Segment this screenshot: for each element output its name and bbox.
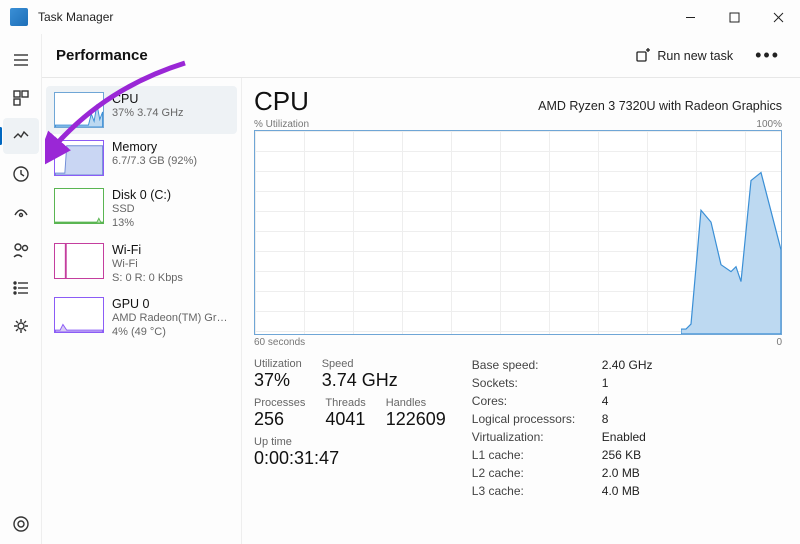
- kv-val: 1: [602, 376, 653, 390]
- kv-val: 2.0 MB: [602, 466, 653, 480]
- kv-key: Virtualization:: [472, 430, 592, 444]
- processes-label: Processes: [254, 397, 305, 409]
- tile-sub: Wi-Fi: [112, 257, 183, 271]
- kv-key: L2 cache:: [472, 466, 592, 480]
- kv-val: 4: [602, 394, 653, 408]
- tile-name: GPU 0: [112, 297, 228, 311]
- axis-top-left: % Utilization: [254, 119, 309, 130]
- axis-top-right: 100%: [756, 119, 782, 130]
- handles-label: Handles: [386, 397, 446, 409]
- users-nav[interactable]: [3, 232, 39, 268]
- wifi-tile[interactable]: Wi-Fi Wi-Fi S: 0 R: 0 Kbps: [46, 237, 237, 292]
- performance-nav[interactable]: [3, 118, 39, 154]
- run-new-task-button[interactable]: Run new task: [627, 43, 741, 69]
- menu-button[interactable]: [3, 42, 39, 78]
- startup-nav[interactable]: [3, 194, 39, 230]
- kv-val: 4.0 MB: [602, 484, 653, 498]
- page-heading: Performance: [56, 47, 148, 64]
- speed-label: Speed: [322, 358, 398, 370]
- tile-sub: 37% 3.74 GHz: [112, 106, 184, 120]
- tile-name: Wi-Fi: [112, 243, 183, 257]
- tile-sub2: 4% (49 °C): [112, 325, 228, 339]
- disk-thumb: [54, 188, 104, 224]
- kv-key: L1 cache:: [472, 448, 592, 462]
- tile-sub2: 13%: [112, 216, 171, 230]
- uptime-label: Up time: [254, 436, 339, 448]
- app-history-nav[interactable]: [3, 156, 39, 192]
- kv-val: Enabled: [602, 430, 653, 444]
- cpu-kv-list: Base speed: 2.40 GHz Sockets: 1 Cores: 4 Lo…: [472, 358, 653, 498]
- axis-bot-right: 0: [776, 337, 782, 348]
- kv-key: Cores:: [472, 394, 592, 408]
- speed-value: 3.74 GHz: [322, 370, 398, 391]
- gpu-thumb: [54, 297, 104, 333]
- kv-val: 8: [602, 412, 653, 426]
- cpu-thumb: [54, 92, 104, 128]
- handles-value: 122609: [386, 409, 446, 430]
- tile-sub: 6.7/7.3 GB (92%): [112, 154, 197, 168]
- resource-list: CPU 37% 3.74 GHz Memory 6.7/7.3 GB (92%)…: [42, 78, 242, 544]
- utilization-label: Utilization: [254, 358, 302, 370]
- cpu-model: AMD Ryzen 3 7320U with Radeon Graphics: [538, 99, 782, 113]
- memory-thumb: [54, 140, 104, 176]
- kv-val: 2.40 GHz: [602, 358, 653, 372]
- titlebar: Task Manager: [0, 0, 800, 34]
- processes-value: 256: [254, 409, 305, 430]
- kv-key: Logical processors:: [472, 412, 592, 426]
- tile-name: CPU: [112, 92, 184, 106]
- tile-name: Disk 0 (C:): [112, 188, 171, 202]
- threads-value: 4041: [325, 409, 365, 430]
- uptime-value: 0:00:31:47: [254, 448, 339, 469]
- window-controls: [668, 0, 800, 34]
- maximize-button[interactable]: [712, 0, 756, 34]
- tile-sub2: S: 0 R: 0 Kbps: [112, 271, 183, 285]
- details-nav[interactable]: [3, 270, 39, 306]
- kv-key: L3 cache:: [472, 484, 592, 498]
- run-new-task-label: Run new task: [657, 49, 733, 63]
- detail-title: CPU: [254, 86, 309, 117]
- kv-key: Base speed:: [472, 358, 592, 372]
- tile-name: Memory: [112, 140, 197, 154]
- memory-tile[interactable]: Memory 6.7/7.3 GB (92%): [46, 134, 237, 182]
- cpu-tile[interactable]: CPU 37% 3.74 GHz: [46, 86, 237, 134]
- services-nav[interactable]: [3, 308, 39, 344]
- detail-pane: CPU AMD Ryzen 3 7320U with Radeon Graphi…: [242, 78, 800, 544]
- cpu-graph[interactable]: [254, 130, 782, 335]
- processes-nav[interactable]: [3, 80, 39, 116]
- app-icon: [10, 8, 28, 26]
- nav-rail: [0, 34, 42, 544]
- wifi-thumb: [54, 243, 104, 279]
- more-button[interactable]: •••: [749, 45, 786, 66]
- threads-label: Threads: [325, 397, 365, 409]
- axis-bot-left: 60 seconds: [254, 337, 305, 348]
- kv-key: Sockets:: [472, 376, 592, 390]
- settings-nav[interactable]: [3, 506, 39, 542]
- minimize-button[interactable]: [668, 0, 712, 34]
- utilization-value: 37%: [254, 370, 302, 391]
- kv-val: 256 KB: [602, 448, 653, 462]
- app-title: Task Manager: [38, 10, 113, 24]
- close-button[interactable]: [756, 0, 800, 34]
- tile-sub: SSD: [112, 202, 171, 216]
- tile-sub: AMD Radeon(TM) Gr…: [112, 311, 228, 325]
- topbar: Performance Run new task •••: [42, 34, 800, 78]
- gpu-tile[interactable]: GPU 0 AMD Radeon(TM) Gr… 4% (49 °C): [46, 291, 237, 346]
- disk-tile[interactable]: Disk 0 (C:) SSD 13%: [46, 182, 237, 237]
